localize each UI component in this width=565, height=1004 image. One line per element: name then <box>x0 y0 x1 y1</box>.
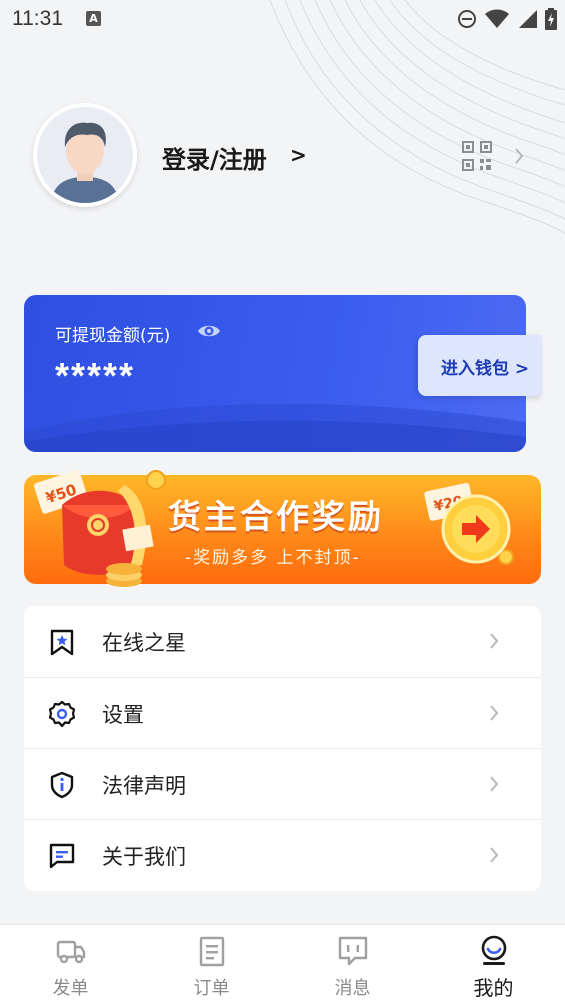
nav-label: 订单 <box>193 978 230 999</box>
battery-icon <box>545 8 557 30</box>
qr-code-icon <box>462 141 492 171</box>
chevron-right-icon <box>490 776 499 792</box>
truck-icon <box>56 940 86 964</box>
banner-title: 货主合作奖励 <box>168 497 384 536</box>
bottom-navigation: 发单 订单 消息 我的 <box>0 924 565 1004</box>
notification-a-icon: A <box>86 11 101 26</box>
chat-icon <box>338 936 368 966</box>
menu-label: 关于我们 <box>102 845 186 869</box>
bookmark-star-icon <box>50 629 74 656</box>
wallet-amount: ***** <box>55 355 136 396</box>
message-icon <box>49 843 75 869</box>
banner-subtitle: -奖励多多 上不封顶- <box>185 548 361 568</box>
menu-item-online-star[interactable]: 在线之星 <box>24 606 541 677</box>
chevron-right-icon <box>490 705 499 721</box>
nav-tab-messages[interactable]: 消息 <box>282 925 423 1004</box>
nav-tab-orders[interactable]: 订单 <box>141 925 282 1004</box>
nav-tab-dispatch[interactable]: 发单 <box>0 925 141 1004</box>
status-time: 11:31 <box>12 7 63 30</box>
eye-icon[interactable] <box>197 322 221 340</box>
gear-icon <box>48 700 76 728</box>
withdrawable-amount-label: 可提现金额(元) <box>55 326 171 346</box>
dnd-icon <box>458 10 476 28</box>
chevron-right-icon <box>490 847 499 863</box>
status-icons <box>457 7 557 31</box>
nav-label: 消息 <box>334 978 371 999</box>
menu-list: 在线之星 设置 法律声明 关于我们 <box>24 606 541 891</box>
profile-icon <box>481 935 507 965</box>
login-register-link[interactable]: 登录/注册 <box>162 140 267 175</box>
enter-wallet-button[interactable]: 进入钱包 > <box>418 335 542 396</box>
login-arrow: > <box>290 143 307 167</box>
chevron-right-icon <box>515 148 524 164</box>
nav-label: 我的 <box>473 976 514 1000</box>
menu-label: 法律声明 <box>102 774 186 798</box>
menu-label: 设置 <box>102 703 144 727</box>
chevron-right-icon <box>490 633 499 649</box>
status-bar: 11:31 A <box>0 0 565 38</box>
shield-info-icon <box>50 771 74 799</box>
signal-icon <box>519 10 537 28</box>
enter-wallet-label: 进入钱包 > <box>441 359 530 379</box>
wifi-icon <box>485 9 509 28</box>
menu-item-legal[interactable]: 法律声明 <box>24 749 541 820</box>
document-icon <box>199 936 225 967</box>
nav-tab-mine[interactable]: 我的 <box>423 925 564 1004</box>
menu-item-settings[interactable]: 设置 <box>24 678 541 749</box>
avatar[interactable] <box>33 103 137 207</box>
qr-code-button[interactable] <box>462 139 526 173</box>
nav-label: 发单 <box>52 978 89 999</box>
avatar-icon <box>37 107 133 203</box>
menu-label: 在线之星 <box>102 631 186 655</box>
wallet-wave-decoration <box>24 403 526 452</box>
menu-item-about[interactable]: 关于我们 <box>24 820 541 891</box>
